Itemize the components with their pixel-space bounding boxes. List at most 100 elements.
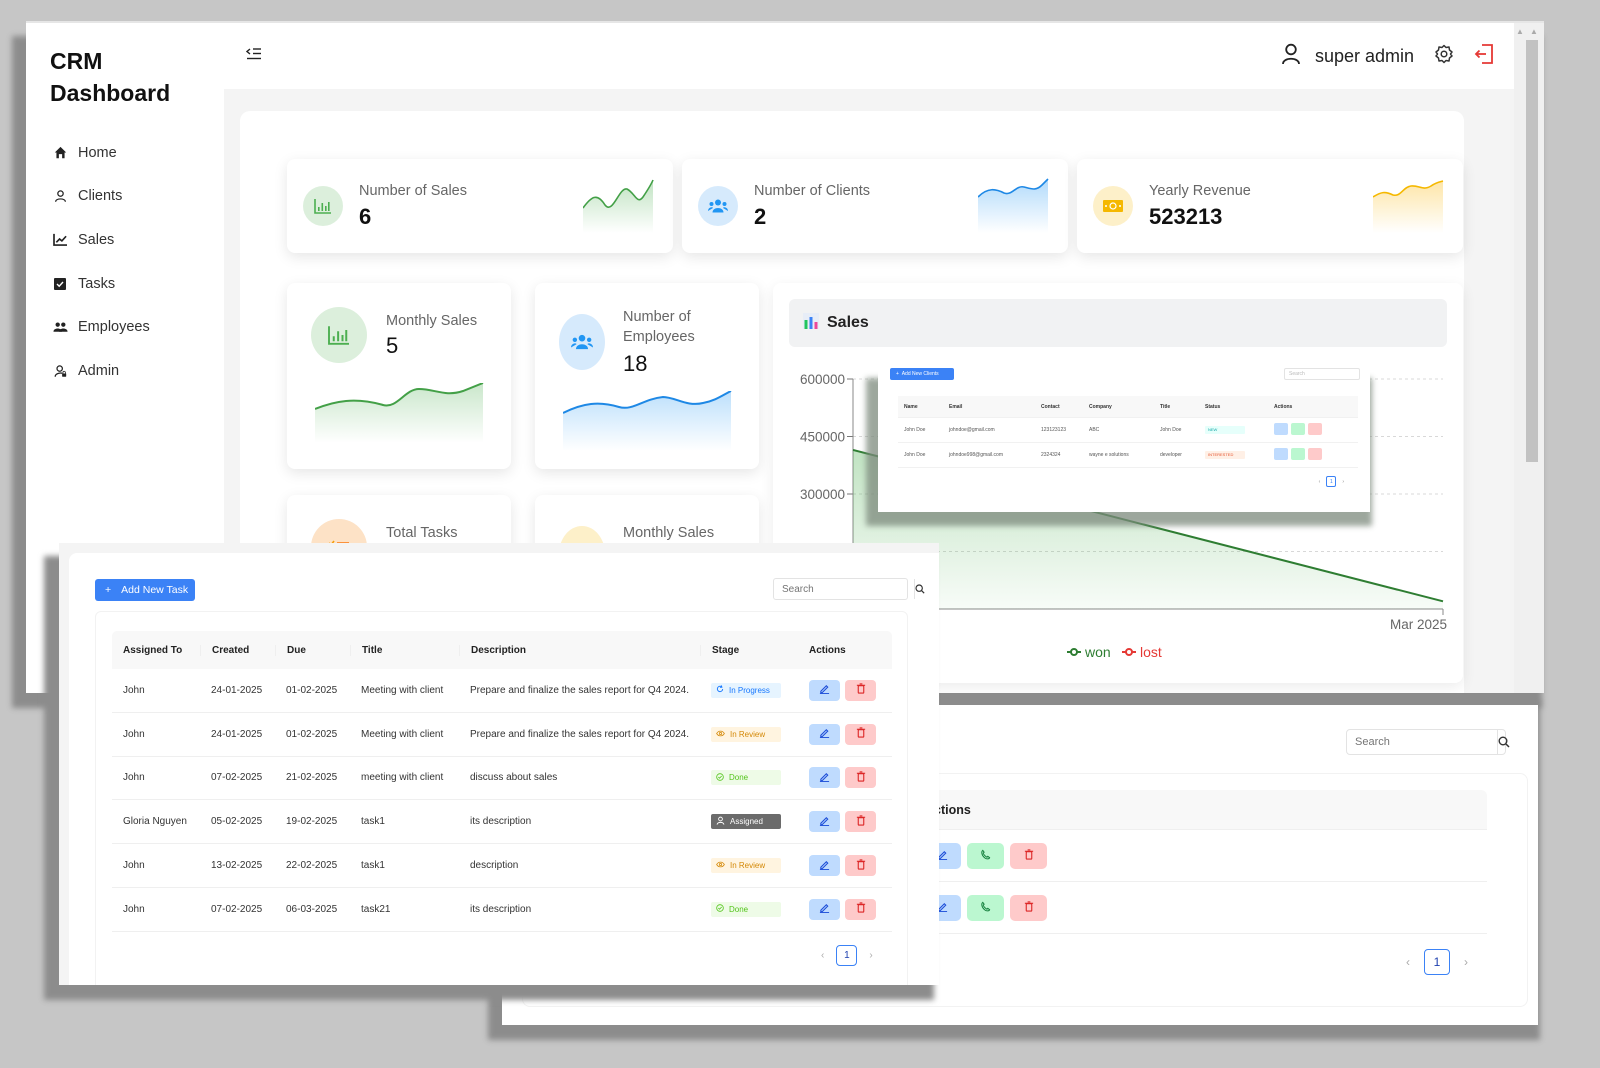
stat-label: Number of Employees [623, 307, 695, 347]
edit-button[interactable] [809, 679, 840, 701]
cell-actions [910, 894, 1110, 921]
edit-button[interactable] [809, 898, 840, 920]
next-page-arrow[interactable]: › [869, 950, 872, 961]
edit-button[interactable] [1274, 448, 1288, 460]
sidebar-item-home[interactable]: Home [52, 131, 150, 175]
cell-description: its description [470, 903, 532, 915]
tasks-table: Assigned To Created Due Title Description Sta… [95, 611, 908, 985]
vertical-scrollbar[interactable]: ▲ ▲ [1514, 23, 1544, 693]
menu-fold-icon[interactable] [245, 47, 264, 63]
status-badge: INTERESTED [1205, 451, 1245, 459]
check-circle-icon [716, 904, 724, 914]
add-new-clients-button[interactable]: + Add New Clients [890, 368, 954, 380]
delete-button[interactable] [1308, 448, 1322, 460]
cell-status: NEW [1199, 426, 1268, 434]
cell-title: task1 [361, 816, 385, 828]
cell-actions [798, 898, 892, 920]
stat-label: Monthly Sales [623, 525, 715, 541]
delete-icon [856, 902, 866, 916]
scroll-up-arrow[interactable]: ▲ [1530, 27, 1538, 36]
cell-actions [910, 842, 1110, 869]
sparkline-revenue [1373, 180, 1444, 233]
cell-actions [1268, 423, 1325, 437]
prev-page-arrow[interactable]: ‹ [1406, 955, 1410, 969]
cell-actions [798, 855, 892, 877]
table-row: John 07-02-2025 06-03-2025 task21 its descri… [112, 888, 892, 932]
mini-search-input[interactable]: Search [1284, 368, 1360, 380]
stat-value: 6 [359, 204, 372, 229]
sidebar-item-label: Home [78, 144, 117, 161]
column-header: Stage [700, 644, 798, 656]
user-name[interactable]: super admin [1315, 46, 1414, 67]
prev-page-arrow[interactable]: ‹ [1319, 479, 1321, 485]
delete-button[interactable] [845, 679, 876, 701]
sidebar-item-tasks[interactable]: Tasks [52, 262, 150, 306]
delete-button[interactable] [845, 723, 876, 745]
y-tick-label: 300000 [800, 487, 845, 502]
edit-button[interactable] [809, 767, 840, 789]
stat-label: Monthly Sales [386, 313, 478, 329]
y-tick-label: 600000 [800, 372, 845, 387]
sidebar-item-clients[interactable]: Clients [52, 175, 150, 219]
delete-icon [856, 727, 866, 741]
add-new-task-button[interactable]: + Add New Task [95, 579, 195, 601]
sidebar-item-employees[interactable]: Employees [52, 305, 150, 349]
gear-icon[interactable] [1434, 44, 1454, 69]
user-icon[interactable] [1281, 43, 1301, 70]
delete-button[interactable] [845, 855, 876, 877]
stat-value: 523213 [1149, 204, 1223, 229]
call-button[interactable] [967, 842, 1004, 869]
cell-stage: Assigned [700, 814, 798, 830]
delete-button[interactable] [1010, 842, 1047, 869]
eye-icon [716, 861, 725, 870]
cell-description: Prepare and finalize the sales report fo… [470, 728, 690, 740]
legend-lost-label[interactable]: lost [1140, 644, 1162, 660]
edit-button[interactable] [1274, 423, 1288, 435]
phone-icon [980, 849, 991, 863]
edit-button[interactable] [809, 723, 840, 745]
page-1-button[interactable]: 1 [836, 945, 858, 966]
delete-icon [856, 771, 866, 785]
scroll-up-arrow[interactable]: ▲ [1516, 27, 1524, 36]
table-row: John 07-02-2025 21-02-2025 meeting with cli… [112, 757, 892, 801]
app-title: CRM Dashboard [50, 45, 170, 109]
cell-company: wayne e solutions [1089, 452, 1129, 458]
sidebar-item-sales[interactable]: Sales [52, 218, 150, 262]
cell-due: 06-03-2025 [286, 903, 338, 915]
edit-button[interactable] [809, 811, 840, 833]
delete-button[interactable] [845, 811, 876, 833]
table-row: John 13-02-2025 22-02-2025 task1 description… [112, 844, 892, 888]
prev-page-arrow[interactable]: ‹ [821, 950, 824, 961]
search-icon[interactable] [914, 579, 925, 599]
column-header: Assigned To [123, 644, 183, 656]
delete-button[interactable] [845, 898, 876, 920]
page-1-button[interactable]: 1 [1424, 949, 1450, 975]
page-1-button[interactable]: 1 [1326, 476, 1337, 487]
call-button[interactable] [967, 894, 1004, 921]
stage-badge: In Review [711, 858, 781, 874]
search-icon[interactable] [1497, 730, 1510, 754]
next-page-arrow[interactable]: › [1342, 479, 1344, 485]
logout-icon[interactable] [1474, 43, 1494, 70]
cell-email: johndoe@gmail.com [949, 427, 995, 433]
sidebar-item-admin[interactable]: Admin [52, 349, 150, 393]
add-button-label: Add New Clients [901, 371, 939, 377]
edit-button[interactable] [809, 855, 840, 877]
delete-button[interactable] [1010, 894, 1047, 921]
legend-won-label[interactable]: won [1084, 644, 1111, 660]
delete-button[interactable] [845, 767, 876, 789]
cell-created: 07-02-2025 [211, 772, 263, 784]
app-title-line1: CRM [50, 48, 103, 74]
delete-button[interactable] [1308, 423, 1322, 435]
call-button[interactable] [1291, 423, 1305, 435]
clients-search-input[interactable] [1347, 730, 1497, 754]
next-page-arrow[interactable]: › [1464, 955, 1468, 969]
sparkline-monthly-sales [315, 383, 484, 443]
column-header: Due [275, 644, 350, 656]
call-button[interactable] [1291, 448, 1305, 460]
sidebar-nav: Home Clients Sales Tasks Employees Admin [52, 131, 150, 393]
cell-title: John Doe [1160, 427, 1182, 433]
scrollbar-thumb[interactable] [1526, 40, 1538, 462]
mini-clients-window: + Add New Clients Search Name Email Contac… [878, 364, 1370, 512]
tasks-search-input[interactable] [774, 579, 914, 599]
